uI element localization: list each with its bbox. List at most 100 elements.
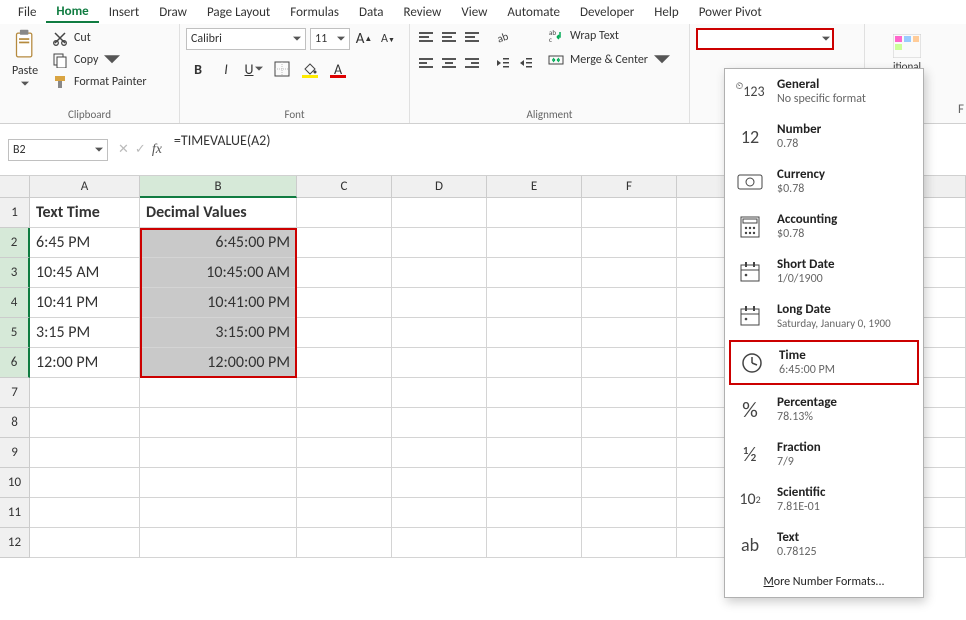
cell-f12[interactable]: [582, 528, 677, 558]
underline-button[interactable]: U: [242, 58, 266, 80]
col-header-b[interactable]: B: [140, 176, 297, 198]
row-header-8[interactable]: 8: [0, 408, 30, 438]
cell-c11[interactable]: [297, 498, 392, 528]
cell-a12[interactable]: [30, 528, 140, 558]
cell-a10[interactable]: [30, 468, 140, 498]
cell-e12[interactable]: [487, 528, 582, 558]
col-header-d[interactable]: D: [392, 176, 487, 198]
cell-b3[interactable]: 10:45:00 AM: [140, 258, 297, 288]
cell-f10[interactable]: [582, 468, 677, 498]
cell-d2[interactable]: [392, 228, 487, 258]
cell-c10[interactable]: [297, 468, 392, 498]
col-header-f[interactable]: F: [582, 176, 677, 198]
cell-d8[interactable]: [392, 408, 487, 438]
format-long-date[interactable]: Long DateSaturday, January 0, 1900: [725, 294, 923, 338]
more-number-formats[interactable]: More Number Formats...: [725, 567, 923, 593]
format-scientific[interactable]: 102 Scientific7.81E-01: [725, 477, 923, 522]
format-text[interactable]: ab Text0.78125: [725, 522, 923, 567]
copy-button[interactable]: Copy: [52, 52, 147, 68]
cell-b6[interactable]: 12:00:00 PM: [140, 348, 297, 378]
align-right-button[interactable]: [462, 54, 482, 72]
cell-e4[interactable]: [487, 288, 582, 318]
cell-d7[interactable]: [392, 378, 487, 408]
cell-f8[interactable]: [582, 408, 677, 438]
cell-e9[interactable]: [487, 438, 582, 468]
cell-e7[interactable]: [487, 378, 582, 408]
align-top-button[interactable]: [416, 28, 436, 46]
menu-data[interactable]: Data: [349, 3, 394, 22]
bold-button[interactable]: B: [186, 58, 210, 80]
cell-a8[interactable]: [30, 408, 140, 438]
cell-b7[interactable]: [140, 378, 297, 408]
cell-d11[interactable]: [392, 498, 487, 528]
name-box[interactable]: B2: [8, 139, 108, 161]
merge-center-button[interactable]: Merge & Center: [548, 52, 670, 68]
font-color-button[interactable]: A: [326, 58, 350, 80]
number-format-dropdown[interactable]: [696, 28, 834, 50]
cell-d9[interactable]: [392, 438, 487, 468]
format-accounting[interactable]: Accounting$0.78: [725, 204, 923, 249]
align-middle-button[interactable]: [439, 28, 459, 46]
cell-a6[interactable]: 12:00 PM: [30, 348, 140, 378]
font-size-dropdown[interactable]: 11: [310, 28, 350, 50]
accept-formula-icon[interactable]: ✓: [135, 142, 146, 157]
cell-e1[interactable]: [487, 198, 582, 228]
cell-c9[interactable]: [297, 438, 392, 468]
cell-f6[interactable]: [582, 348, 677, 378]
cell-c6[interactable]: [297, 348, 392, 378]
row-header-10[interactable]: 10: [0, 468, 30, 498]
cancel-formula-icon[interactable]: ✕: [118, 142, 129, 157]
row-header-9[interactable]: 9: [0, 438, 30, 468]
cell-a11[interactable]: [30, 498, 140, 528]
cell-a2[interactable]: 6:45 PM: [30, 228, 140, 258]
col-header-c[interactable]: C: [297, 176, 392, 198]
cell-c2[interactable]: [297, 228, 392, 258]
cell-d1[interactable]: [392, 198, 487, 228]
cell-e2[interactable]: [487, 228, 582, 258]
cell-e5[interactable]: [487, 318, 582, 348]
menu-review[interactable]: Review: [394, 3, 452, 22]
format-percentage[interactable]: % Percentage78.13%: [725, 387, 923, 432]
font-name-dropdown[interactable]: Calibri: [186, 28, 306, 50]
cell-b4[interactable]: 10:41:00 PM: [140, 288, 297, 318]
select-all-corner[interactable]: [0, 176, 30, 198]
align-bottom-button[interactable]: [462, 28, 482, 46]
cell-d6[interactable]: [392, 348, 487, 378]
cell-e8[interactable]: [487, 408, 582, 438]
cell-f11[interactable]: [582, 498, 677, 528]
cell-c1[interactable]: [297, 198, 392, 228]
cell-f7[interactable]: [582, 378, 677, 408]
cell-b8[interactable]: [140, 408, 297, 438]
cell-f1[interactable]: [582, 198, 677, 228]
col-header-a[interactable]: A: [30, 176, 140, 198]
format-number[interactable]: 12 Number0.78: [725, 114, 923, 159]
cell-e10[interactable]: [487, 468, 582, 498]
cell-e11[interactable]: [487, 498, 582, 528]
cell-c3[interactable]: [297, 258, 392, 288]
menu-home[interactable]: Home: [46, 2, 98, 23]
row-header-3[interactable]: 3: [0, 258, 30, 288]
row-header-12[interactable]: 12: [0, 528, 30, 558]
row-header-7[interactable]: 7: [0, 378, 30, 408]
format-short-date[interactable]: Short Date1/0/1900: [725, 249, 923, 294]
row-header-6[interactable]: 6: [0, 348, 30, 378]
cell-b2[interactable]: 6:45:00 PM: [140, 228, 297, 258]
menu-help[interactable]: Help: [644, 3, 688, 22]
paste-button[interactable]: Paste: [6, 28, 44, 88]
menu-power-pivot[interactable]: Power Pivot: [689, 3, 772, 22]
menu-developer[interactable]: Developer: [570, 3, 644, 22]
cell-d10[interactable]: [392, 468, 487, 498]
increase-font-button[interactable]: A▲: [354, 29, 374, 49]
cell-a7[interactable]: [30, 378, 140, 408]
cell-d5[interactable]: [392, 318, 487, 348]
align-left-button[interactable]: [416, 54, 436, 72]
cell-b10[interactable]: [140, 468, 297, 498]
cell-a1[interactable]: Text Time: [30, 198, 140, 228]
cell-c7[interactable]: [297, 378, 392, 408]
decrease-indent-button[interactable]: [493, 54, 513, 72]
cell-d3[interactable]: [392, 258, 487, 288]
cell-b5[interactable]: 3:15:00 PM: [140, 318, 297, 348]
menu-insert[interactable]: Insert: [99, 3, 150, 22]
cell-f2[interactable]: [582, 228, 677, 258]
col-header-e[interactable]: E: [487, 176, 582, 198]
